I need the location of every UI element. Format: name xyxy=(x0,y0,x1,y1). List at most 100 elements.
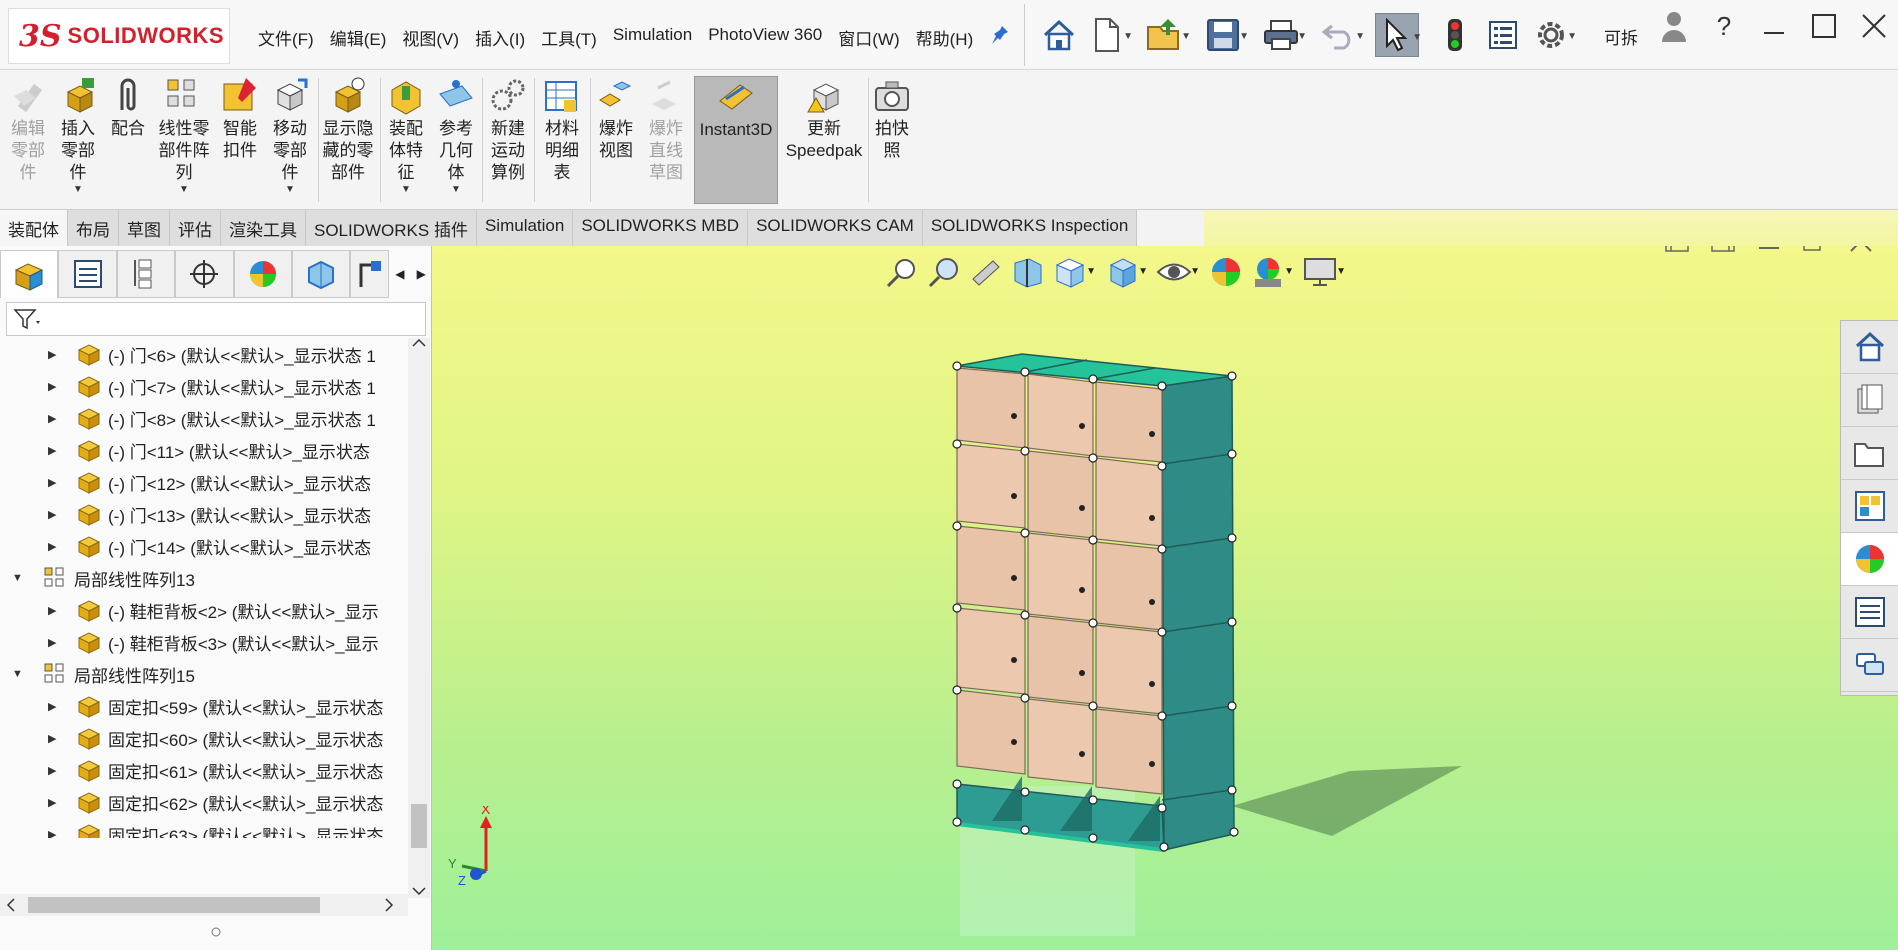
display-manager-tab-icon[interactable] xyxy=(233,250,292,298)
expand-arrow-icon[interactable]: ▶ xyxy=(48,732,62,745)
move-component-button[interactable]: 移动 零部 件 ▼ xyxy=(268,76,312,204)
cam-tab-icon[interactable] xyxy=(291,250,351,298)
tab-solidworks-cam[interactable]: SOLIDWORKS CAM xyxy=(748,210,923,246)
menu-edit[interactable]: 编辑(E) xyxy=(322,22,395,53)
menu-window[interactable]: 窗口(W) xyxy=(830,22,907,53)
options-list-icon[interactable] xyxy=(1481,13,1525,57)
tab-layout[interactable]: 布局 xyxy=(68,210,119,246)
menu-file[interactable]: 文件(F) xyxy=(250,22,322,53)
chevron-down-icon[interactable]: ▼ xyxy=(451,184,461,196)
reference-geometry-button[interactable]: 参考 几何 体 ▼ xyxy=(434,76,478,204)
menu-simulation[interactable]: Simulation xyxy=(605,22,700,53)
forum-icon[interactable] xyxy=(1841,639,1898,692)
expand-arrow-icon[interactable]: ▶ xyxy=(48,508,62,521)
property-manager-tab-icon[interactable] xyxy=(58,250,117,298)
expand-arrow-icon[interactable]: ▶ xyxy=(48,700,62,713)
help-icon[interactable]: ? xyxy=(1710,11,1738,41)
new-motion-study-button[interactable]: 新建 运动 算例 xyxy=(486,76,530,204)
tree-pattern-folder[interactable]: ▼ 局部线性阵列13 xyxy=(0,562,408,594)
tree-pattern-folder[interactable]: ▼ 局部线性阵列15 xyxy=(0,658,408,690)
undo-icon[interactable]: ▼ xyxy=(1317,13,1365,57)
assembly-features-button[interactable]: 装配 体特 征 ▼ xyxy=(384,76,428,204)
configuration-manager-tab-icon[interactable] xyxy=(116,250,176,298)
panel-tabs-scroll-left-icon[interactable]: ◀ xyxy=(389,250,410,298)
show-hidden-components-button[interactable]: 显示隐 藏的零 部件 xyxy=(320,76,376,204)
chevron-down-icon[interactable]: ▼ xyxy=(1297,31,1307,42)
smart-fastener-button[interactable]: 智能 扣件 xyxy=(218,76,262,204)
exploded-view-button[interactable]: 爆炸 视图 xyxy=(594,76,638,204)
explode-line-sketch-button[interactable]: 爆炸 直线 草图 xyxy=(644,76,688,204)
file-explorer-icon[interactable] xyxy=(1841,427,1898,480)
solidworks-logo[interactable]: 3S SOLIDWORKS xyxy=(8,8,230,64)
cam-operation-tab-icon[interactable] xyxy=(350,250,390,298)
tree-component-item[interactable]: ▶ 固定扣<63> (默认<<默认>_显示状态 xyxy=(0,818,408,838)
tree-component-item[interactable]: ▶ (-) 鞋柜背板<2> (默认<<默认>_显示 xyxy=(0,594,408,626)
take-snapshot-button[interactable]: 拍快 照 xyxy=(872,76,912,204)
tree-component-item[interactable]: ▶ 固定扣<62> (默认<<默认>_显示状态 xyxy=(0,786,408,818)
gear-icon[interactable]: ▼ xyxy=(1529,13,1577,57)
tab-evaluate[interactable]: 评估 xyxy=(170,210,221,246)
select-cursor-icon[interactable]: ▼ xyxy=(1375,13,1422,57)
chevron-down-icon[interactable]: ▼ xyxy=(1567,31,1577,42)
panel-tabs-scroll-right-icon[interactable]: ▶ xyxy=(411,250,432,298)
menu-tools[interactable]: 工具(T) xyxy=(533,22,605,53)
collapse-arrow-icon[interactable]: ▼ xyxy=(12,668,26,680)
tab-sketch[interactable]: 草图 xyxy=(119,210,170,246)
tab-render-tools[interactable]: 渲染工具 xyxy=(221,210,306,246)
appearances-icon[interactable] xyxy=(1841,533,1898,586)
tree-horizontal-scrollbar[interactable] xyxy=(0,894,408,916)
tab-solidworks-inspection[interactable]: SOLIDWORKS Inspection xyxy=(922,210,1138,246)
bill-of-materials-button[interactable]: 材料 明细 表 xyxy=(538,76,586,204)
maximize-icon[interactable] xyxy=(1810,12,1838,40)
tree-component-item[interactable]: ▶ (-) 鞋柜背板<3> (默认<<默认>_显示 xyxy=(0,626,408,658)
tree-filter[interactable] xyxy=(6,302,426,336)
expand-arrow-icon[interactable]: ▶ xyxy=(48,828,62,839)
chevron-down-icon[interactable]: ▼ xyxy=(1123,31,1133,42)
tree-component-item[interactable]: ▶ 固定扣<61> (默认<<默认>_显示状态 xyxy=(0,754,408,786)
tree-component-item[interactable]: ▶ (-) 门<13> (默认<<默认>_显示状态 xyxy=(0,498,408,530)
collapse-arrow-icon[interactable]: ▼ xyxy=(12,572,26,584)
solidworks-resources-icon[interactable] xyxy=(1841,321,1898,374)
design-library-icon[interactable] xyxy=(1841,374,1898,427)
user-icon[interactable] xyxy=(1660,12,1688,42)
chevron-down-icon[interactable]: ▼ xyxy=(1412,32,1422,43)
pin-icon[interactable] xyxy=(990,24,1010,46)
chevron-down-icon[interactable]: ▼ xyxy=(1355,31,1365,42)
tab-solidworks-addins[interactable]: SOLIDWORKS 插件 xyxy=(306,210,477,246)
tab-assembly[interactable]: 装配体 xyxy=(0,210,68,246)
tree-component-item[interactable]: ▶ (-) 门<8> (默认<<默认>_显示状态 1 xyxy=(0,402,408,434)
home-icon[interactable] xyxy=(1037,13,1081,57)
tab-solidworks-mbd[interactable]: SOLIDWORKS MBD xyxy=(573,210,749,246)
expand-arrow-icon[interactable]: ▶ xyxy=(48,476,62,489)
tree-vertical-scrollbar[interactable] xyxy=(408,338,430,898)
expand-arrow-icon[interactable]: ▶ xyxy=(48,380,62,393)
tree-component-item[interactable]: ▶ (-) 门<12> (默认<<默认>_显示状态 xyxy=(0,466,408,498)
chevron-down-icon[interactable]: ▼ xyxy=(1181,31,1191,42)
shoe-cabinet-model[interactable] xyxy=(432,246,1898,950)
dimxpert-tab-icon[interactable] xyxy=(175,250,234,298)
ke-chai-label[interactable]: 可拆 xyxy=(1604,24,1638,49)
edit-component-button[interactable]: 编辑 零部 件 xyxy=(6,76,50,204)
panel-resize-handle[interactable] xyxy=(0,918,432,946)
traffic-light-icon[interactable] xyxy=(1433,13,1477,57)
instant3d-button[interactable]: Instant3D xyxy=(694,76,778,204)
save-icon[interactable]: ▼ xyxy=(1201,13,1249,57)
chevron-down-icon[interactable]: ▼ xyxy=(285,184,295,196)
open-folder-icon[interactable]: ▼ xyxy=(1143,13,1191,57)
menu-help[interactable]: 帮助(H) xyxy=(908,22,982,53)
expand-arrow-icon[interactable]: ▶ xyxy=(48,348,62,361)
linear-pattern-button[interactable]: 线性零 部件阵 列 ▼ xyxy=(156,76,212,204)
custom-properties-icon[interactable] xyxy=(1841,586,1898,639)
menu-insert[interactable]: 插入(I) xyxy=(467,22,533,53)
close-icon[interactable] xyxy=(1860,12,1888,40)
tree-component-item[interactable]: ▶ (-) 门<6> (默认<<默认>_显示状态 1 xyxy=(0,338,408,370)
new-document-icon[interactable]: ▼ xyxy=(1085,13,1133,57)
graphics-area[interactable]: ▼ ▼ ▼ ▼ ▼ X Y Z xyxy=(432,246,1898,950)
minimize-icon[interactable] xyxy=(1760,12,1788,40)
chevron-down-icon[interactable]: ▼ xyxy=(1239,31,1249,42)
chevron-down-icon[interactable]: ▼ xyxy=(73,184,83,196)
expand-arrow-icon[interactable]: ▶ xyxy=(48,604,62,617)
menu-view[interactable]: 视图(V) xyxy=(394,22,467,53)
expand-arrow-icon[interactable]: ▶ xyxy=(48,412,62,425)
tree-component-item[interactable]: ▶ (-) 门<14> (默认<<默认>_显示状态 xyxy=(0,530,408,562)
